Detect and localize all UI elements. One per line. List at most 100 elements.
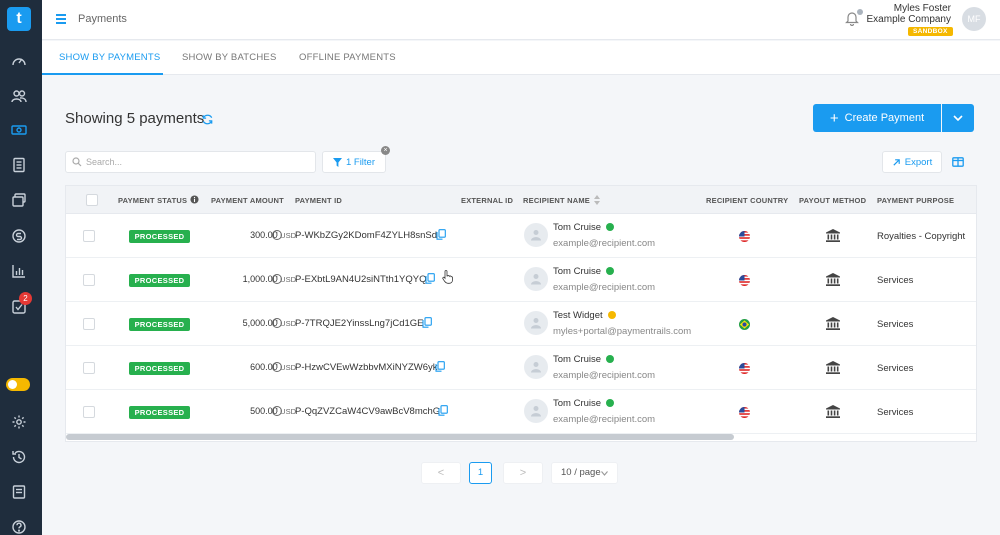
payment-id[interactable]: P-HzwCVEwWzbbvMXiNYZW6yk — [295, 362, 438, 373]
recipient-name[interactable]: Tom Cruise — [553, 266, 615, 277]
tab-show-by-payments[interactable]: SHOW BY PAYMENTS — [59, 52, 160, 63]
amount-currency: USD — [280, 407, 296, 416]
table-row[interactable]: PROCESSED 5,000.00 USD i P-7TRQJE2YinssL… — [66, 302, 976, 346]
copy-icon[interactable] — [422, 317, 432, 328]
col-payout-method[interactable]: PAYOUT METHOD — [799, 196, 866, 205]
row-checkbox[interactable] — [83, 230, 95, 242]
next-page-button[interactable]: > — [503, 462, 543, 484]
bank-transfer-icon — [826, 229, 840, 242]
select-all-checkbox[interactable] — [86, 194, 98, 206]
payment-amount: 5,000.00 USD — [243, 318, 296, 328]
copy-icon[interactable] — [438, 405, 448, 416]
row-checkbox[interactable] — [83, 406, 95, 418]
amount-info-icon[interactable]: i — [272, 274, 282, 284]
page-1-button[interactable]: 1 — [469, 462, 492, 484]
col-payment-status[interactable]: PAYMENT STATUS — [118, 196, 187, 205]
recipient-avatar — [524, 267, 548, 291]
us-flag-icon — [739, 231, 750, 242]
page-title: Showing 5 payments — [65, 110, 205, 127]
col-payment-id[interactable]: PAYMENT ID — [295, 196, 342, 205]
horizontal-scrollbar[interactable] — [66, 434, 734, 440]
copy-icon[interactable] — [435, 361, 445, 372]
row-checkbox[interactable] — [83, 274, 95, 286]
table-row[interactable]: PROCESSED 600.00 USD i P-HzwCVEwWzbbvMXi… — [66, 346, 976, 390]
docs-book-icon[interactable] — [9, 482, 29, 502]
export-arrow-icon — [893, 158, 900, 166]
create-options-dropdown[interactable] — [942, 104, 974, 132]
col-recipient-name[interactable]: RECIPIENT NAME — [523, 196, 590, 205]
recipient-status-dot — [606, 223, 615, 232]
table-row[interactable]: PROCESSED 300.00 USD i P-WKbZGy2KDomF4ZY… — [66, 214, 976, 258]
bank-transfer-icon — [826, 317, 840, 330]
tax-circle-icon[interactable] — [9, 226, 29, 246]
payment-id[interactable]: P-7TRQJE2YinssLng7jCd1GE — [295, 318, 423, 329]
recipient-avatar — [524, 355, 548, 379]
tab-show-by-batches[interactable]: SHOW BY BATCHES — [182, 52, 277, 63]
copy-icon[interactable] — [436, 229, 446, 240]
recipient-name[interactable]: Tom Cruise — [553, 398, 615, 409]
recipient-avatar — [524, 311, 548, 335]
us-flag-icon — [739, 363, 750, 374]
dashboard-gauge-icon[interactable] — [9, 51, 29, 71]
us-flag-icon — [739, 407, 750, 418]
settings-gear-icon[interactable] — [9, 412, 29, 432]
col-payment-amount[interactable]: PAYMENT AMOUNT — [211, 196, 284, 205]
copy-icon[interactable] — [425, 273, 435, 284]
tab-offline-payments[interactable]: OFFLINE PAYMENTS — [299, 52, 396, 63]
sandbox-mode-toggle[interactable] — [6, 378, 30, 391]
app-logo[interactable]: t — [7, 7, 31, 31]
payment-amount: 1,000.00 USD — [243, 274, 296, 284]
amount-info-icon[interactable]: i — [272, 230, 282, 240]
search-input[interactable]: Search... — [65, 151, 316, 173]
batches-stack-icon[interactable] — [9, 190, 29, 210]
payment-id[interactable]: P-QqZVZCaW4CV9awBcV8mchG — [295, 406, 440, 417]
recipient-name[interactable]: Test Widget — [553, 310, 616, 321]
recipient-name[interactable]: Tom Cruise — [553, 354, 615, 365]
columns-toggle-icon[interactable] — [952, 157, 964, 167]
view-tabs: SHOW BY PAYMENTS SHOW BY BATCHES OFFLINE… — [42, 41, 1000, 75]
bank-transfer-icon — [826, 273, 840, 286]
history-clock-icon[interactable] — [9, 447, 29, 467]
amount-currency: USD — [280, 275, 296, 284]
payment-id[interactable]: P-EXbtL9AN4U2siNTth1YQYQ — [295, 274, 426, 285]
export-button[interactable]: Export — [882, 151, 942, 173]
recipient-name[interactable]: Tom Cruise — [553, 222, 615, 233]
filter-button[interactable]: 1 Filter — [322, 151, 386, 173]
user-name[interactable]: Myles Foster — [894, 3, 951, 14]
page-size-select[interactable]: 10 / page — [551, 462, 618, 484]
table-row[interactable]: PROCESSED 1,000.00 USD i P-EXbtL9AN4U2si… — [66, 258, 976, 302]
payment-id[interactable]: P-WKbZGy2KDomF4ZYLH8snSd — [295, 230, 437, 241]
help-question-icon[interactable] — [9, 517, 29, 535]
notification-count-badge: 2 — [19, 292, 32, 305]
prev-page-button[interactable]: < — [421, 462, 461, 484]
invoices-document-icon[interactable] — [9, 155, 29, 175]
payments-money-icon[interactable] — [9, 120, 29, 140]
user-avatar[interactable]: MF — [962, 7, 986, 31]
top-bar: Payments Myles Foster Example Company SA… — [42, 0, 1000, 40]
table-row[interactable]: PROCESSED 500.00 USD i P-QqZVZCaW4CV9awB… — [66, 390, 976, 434]
recipient-name-text: Tom Cruise — [553, 398, 602, 409]
amount-info-icon[interactable]: i — [272, 406, 282, 416]
search-placeholder: Search... — [86, 157, 123, 167]
col-recipient-country[interactable]: RECIPIENT COUNTRY — [706, 196, 788, 205]
amount-info-icon[interactable]: i — [272, 362, 282, 372]
row-checkbox[interactable] — [83, 362, 95, 374]
clear-filter-close-icon[interactable]: × — [381, 146, 390, 155]
refresh-icon[interactable] — [201, 113, 214, 126]
create-payment-button[interactable]: + Create Payment — [813, 104, 941, 132]
table-header: PAYMENT STATUS PAYMENT AMOUNT PAYMENT ID… — [66, 186, 976, 214]
menu-hamburger-icon[interactable] — [56, 14, 66, 24]
search-icon — [72, 157, 82, 167]
sort-icon[interactable] — [594, 195, 600, 205]
info-icon[interactable] — [190, 195, 199, 204]
chevron-down-icon — [953, 115, 963, 121]
reports-chart-icon[interactable] — [9, 261, 29, 281]
row-checkbox[interactable] — [83, 318, 95, 330]
col-payment-purpose[interactable]: PAYMENT PURPOSE — [877, 196, 954, 205]
recipient-status-dot — [607, 311, 616, 320]
recipients-users-icon[interactable] — [9, 86, 29, 106]
amount-currency: USD — [280, 231, 296, 240]
col-external-id[interactable]: EXTERNAL ID — [461, 196, 513, 205]
amount-info-icon[interactable]: i — [272, 318, 282, 328]
company-name[interactable]: Example Company — [867, 14, 951, 25]
